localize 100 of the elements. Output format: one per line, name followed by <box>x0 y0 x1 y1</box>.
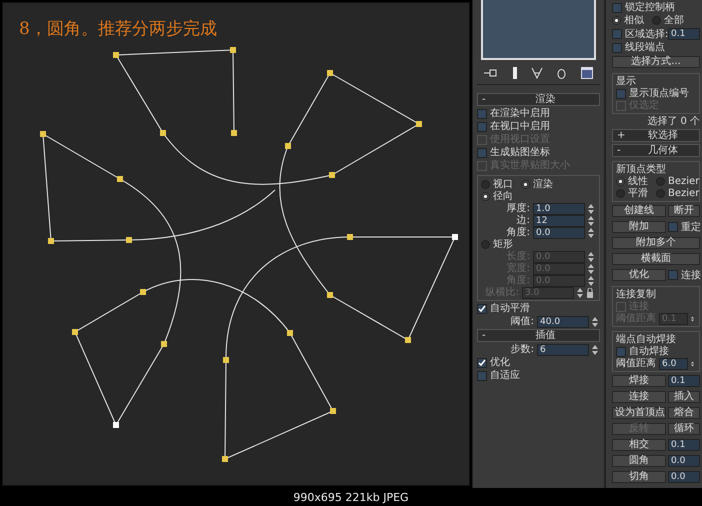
radio-label: 矩形 <box>493 239 513 250</box>
radio-button[interactable] <box>612 16 621 25</box>
radio-label: 全部 <box>664 15 684 26</box>
panel-button[interactable]: 断开 <box>668 205 700 217</box>
panel-button[interactable]: 焊接 <box>612 375 666 387</box>
pin-icon[interactable] <box>484 68 498 78</box>
rollout-header[interactable]: - 插值 <box>477 329 600 342</box>
radio-button[interactable] <box>481 240 490 249</box>
spinner-arrows-icon[interactable] <box>588 252 594 262</box>
checkbox-label: 锁定控制柄 <box>625 2 675 13</box>
radio-label: 渲染 <box>533 179 553 190</box>
checkbox-label: 自动焊接 <box>629 346 669 357</box>
checkbox-label: 线段端点 <box>625 42 665 53</box>
checkbox[interactable] <box>668 222 678 232</box>
checkbox[interactable] <box>668 270 678 280</box>
image-info: 990x695 221kb JPEG <box>293 490 409 504</box>
spinner-arrows-icon[interactable] <box>588 216 594 226</box>
panel-button[interactable]: 附加多个 <box>612 237 700 249</box>
bar-icon[interactable] <box>512 67 517 79</box>
checkbox-label: 自动平滑 <box>490 303 530 314</box>
field-label: 边: <box>516 215 530 226</box>
radio-label: 视口 <box>493 179 513 190</box>
checkbox[interactable] <box>612 29 622 39</box>
field-label: 阈值距离 <box>616 358 656 369</box>
spinner-arrows-icon[interactable] <box>577 288 583 298</box>
checkbox[interactable] <box>612 42 622 52</box>
panel-button[interactable]: 插入 <box>668 391 700 403</box>
status-text: 选择了 0 个 <box>647 116 700 127</box>
checkbox[interactable] <box>616 346 626 356</box>
group-title: 端点自动焊接 <box>616 335 677 345</box>
group-title: 连接复制 <box>616 290 657 300</box>
panel-button[interactable]: 横截面 <box>612 253 700 265</box>
spinner-arrows-icon[interactable] <box>588 228 594 238</box>
spinner-arrows-icon[interactable] <box>592 344 598 354</box>
spinner-arrows-icon[interactable] <box>588 264 594 274</box>
checkbox[interactable] <box>477 108 487 118</box>
checkbox[interactable] <box>612 2 622 12</box>
group-title: 新顶点类型 <box>616 165 667 175</box>
checkbox[interactable] <box>477 122 487 132</box>
spinner-arrows-icon[interactable] <box>592 316 598 326</box>
radio-label: 相似 <box>624 15 644 26</box>
fork-icon[interactable] <box>530 67 543 79</box>
radio-button[interactable] <box>656 189 665 198</box>
number-field[interactable]: 12 <box>533 214 585 226</box>
checkbox[interactable] <box>477 370 487 380</box>
number-field[interactable]: 0.0 <box>668 471 700 483</box>
checkbox-label: 在视口中启用 <box>490 121 550 132</box>
radio-label: 平滑 <box>628 188 648 199</box>
bulb-icon[interactable] <box>557 67 566 79</box>
number-field[interactable]: 0.0 <box>668 455 700 467</box>
rollout-header[interactable]: - 渲染 <box>477 93 600 106</box>
number-field[interactable]: 0.1 <box>668 375 700 387</box>
radio-label: 线性 <box>628 176 648 187</box>
number-field[interactable]: 0.0 <box>533 226 585 238</box>
checkbox-label: 在渲染中启用 <box>490 108 550 119</box>
panel-button[interactable]: 圆角 <box>612 455 666 467</box>
panel-button[interactable]: 附加 <box>612 221 666 233</box>
radio-label: Bezier <box>668 176 700 187</box>
checkbox[interactable] <box>477 148 487 158</box>
panel-button[interactable]: 连接 <box>612 391 666 403</box>
window-icon[interactable] <box>580 67 593 79</box>
checkbox-label: 生成贴图坐标 <box>490 147 550 158</box>
panel-button[interactable]: 熔合 <box>668 407 700 419</box>
checkbox[interactable] <box>616 88 626 98</box>
number-field[interactable]: 1.0 <box>533 202 585 214</box>
annotation-text: 8，圆角。推荐分两步完成 <box>18 18 217 40</box>
panel-button[interactable]: 优化 <box>612 269 666 281</box>
radio-button[interactable] <box>481 180 490 189</box>
panel-button[interactable]: 设为首顶点 <box>612 407 666 419</box>
viewport[interactable]: 8，圆角。推荐分两步完成 <box>2 2 470 486</box>
group-title: 显示 <box>616 77 637 87</box>
rollout-header[interactable]: + 软选择 <box>612 129 700 142</box>
number-field[interactable]: 6 <box>537 344 589 356</box>
number-field[interactable]: 0.1 <box>668 439 700 451</box>
radio-button[interactable] <box>652 16 661 25</box>
panel-button[interactable]: 切角 <box>612 471 666 483</box>
panel-button[interactable]: 选择方式... <box>612 56 700 68</box>
spinner-arrows-icon[interactable] <box>588 276 594 286</box>
spinner-arrows-icon[interactable] <box>588 204 594 214</box>
checkbox-label: 优化 <box>490 357 510 368</box>
radio-button[interactable] <box>616 189 625 198</box>
number-field[interactable]: 6.0 <box>659 358 688 370</box>
rollout-header[interactable]: - 几何体 <box>612 144 700 157</box>
field-label: 角度: <box>506 227 530 238</box>
field-label: 步数: <box>510 344 534 355</box>
radio-label: Bezier <box>668 188 700 199</box>
number-field[interactable]: 0.1 <box>668 28 700 40</box>
checkbox[interactable] <box>477 358 487 368</box>
panel-button[interactable]: 相交 <box>612 439 666 451</box>
radio-label: 径向 <box>493 191 513 202</box>
number-field[interactable]: 40.0 <box>537 316 589 328</box>
field-label: 厚度: <box>506 203 530 214</box>
panel-button[interactable]: 循环 <box>668 423 700 435</box>
radio-button[interactable] <box>521 180 530 189</box>
radio-button[interactable] <box>656 177 665 186</box>
radio-button[interactable] <box>481 192 490 201</box>
panel-button[interactable]: 创建线 <box>612 205 666 217</box>
radio-button[interactable] <box>616 177 625 186</box>
checkbox-label: 自适应 <box>490 370 520 381</box>
checkbox[interactable] <box>477 304 487 314</box>
